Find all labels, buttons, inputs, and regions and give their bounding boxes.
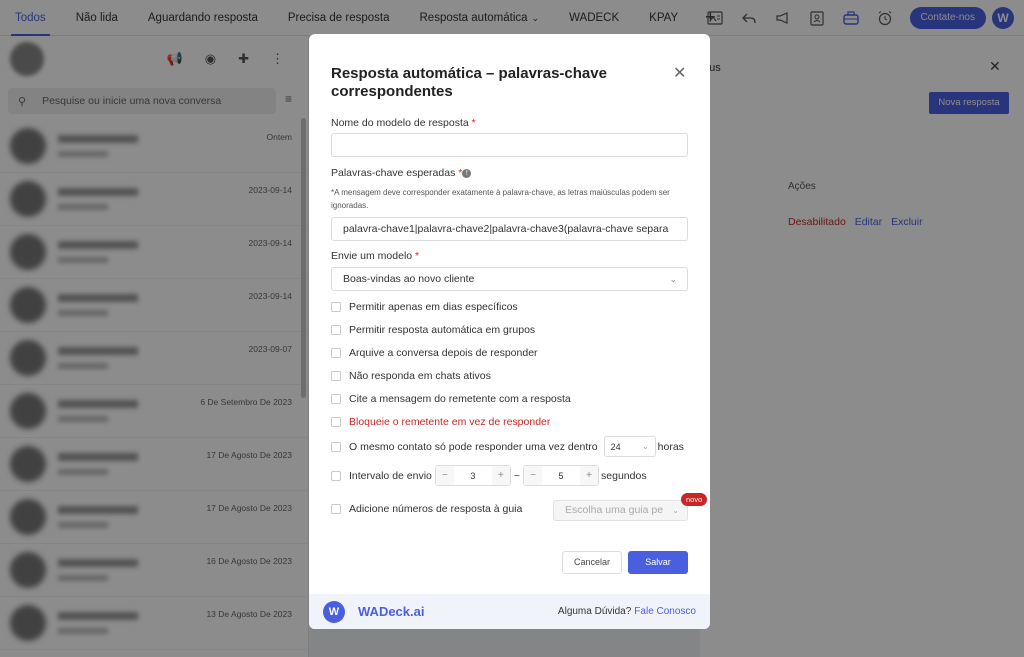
send-model-select[interactable]: Boas-vindas ao novo cliente ⌄ (331, 267, 688, 291)
interval-min-stepper[interactable]: − 3 + (434, 465, 511, 486)
decrement-button[interactable]: − (524, 466, 543, 485)
keywords-input[interactable]: palavra-chave1|palavra-chave2|palavra-ch… (331, 217, 688, 241)
interval-max-value[interactable]: 5 (542, 471, 580, 481)
tab-select-placeholder: Escolha uma guia pe (565, 504, 664, 516)
keywords-label: Palavras-chave esperadas *! (331, 167, 472, 179)
checkbox[interactable] (331, 394, 341, 404)
option-label: Não responda em chats ativos (349, 370, 491, 382)
template-name-label: Nome do modelo de resposta * (331, 117, 476, 129)
dialog-footer: W WADeck.ai Alguma Dúvida? Fale Conosco (309, 594, 710, 629)
hours-select[interactable]: 24 ⌄ (603, 436, 656, 457)
option-label: Cite a mensagem do remetente com a respo… (349, 393, 571, 405)
option-once-within[interactable]: O mesmo contato só pode responder uma ve… (331, 436, 684, 457)
checkbox[interactable] (331, 348, 341, 358)
send-model-value: Boas-vindas ao novo cliente (343, 273, 475, 285)
checkbox[interactable] (331, 417, 341, 427)
footer-brand: WADeck.ai (358, 604, 425, 619)
chevron-down-icon: ⌄ (641, 442, 649, 451)
hours-value: 24 (610, 441, 621, 452)
option-label: Permitir apenas em dias específicos (349, 301, 518, 313)
send-model-label: Envie um modelo * (331, 250, 420, 262)
option-send-interval[interactable]: Intervalo de envio − 3 + ~ − 5 + segundo… (331, 465, 647, 486)
keywords-note: *A mensagem deve corresponder exatamente… (331, 188, 670, 210)
close-icon[interactable]: ✕ (673, 63, 686, 83)
option-label: Bloqueie o remetente em vez de responder (349, 416, 551, 428)
info-icon[interactable]: ! (462, 169, 472, 178)
tab-select[interactable]: Escolha uma guia pe ⌄ (553, 500, 688, 521)
save-button[interactable]: Salvar (628, 551, 688, 574)
option-archive[interactable]: Arquive a conversa depois de responder (331, 347, 538, 359)
new-badge: novo (681, 493, 708, 506)
option-block-sender[interactable]: Bloqueie o remetente em vez de responder (331, 416, 550, 428)
increment-button[interactable]: + (580, 466, 599, 485)
option-groups[interactable]: Permitir resposta automática em grupos (331, 324, 535, 336)
checkbox[interactable] (331, 325, 341, 335)
checkbox[interactable] (331, 504, 341, 514)
option-label: Adicione números de resposta à guia (349, 503, 523, 515)
checkbox[interactable] (331, 441, 341, 452)
option-specific-days[interactable]: Permitir apenas em dias específicos (331, 301, 518, 313)
contact-link[interactable]: Fale Conosco (634, 606, 696, 617)
increment-button[interactable]: + (491, 466, 510, 485)
interval-separator: ~ (513, 469, 521, 482)
keyword-auto-reply-dialog: Resposta automática – palavras-chave cor… (309, 34, 710, 629)
checkbox[interactable] (331, 371, 341, 381)
option-add-to-tab[interactable]: Adicione números de resposta à guia (331, 503, 522, 515)
decrement-button[interactable]: − (435, 466, 454, 485)
option-label: Permitir resposta automática em grupos (349, 324, 536, 336)
option-label: Arquive a conversa depois de responder (349, 347, 538, 359)
option-quote-message[interactable]: Cite a mensagem do remetente com a respo… (331, 393, 571, 405)
checkbox[interactable] (331, 470, 341, 481)
dialog-title: Resposta automática – palavras-chave cor… (331, 65, 607, 100)
help-question: Alguma Dúvida? (557, 606, 632, 617)
interval-min-value[interactable]: 3 (454, 471, 492, 481)
checkbox[interactable] (331, 302, 341, 312)
chevron-down-icon: ⌄ (672, 506, 679, 515)
footer-help: Alguma Dúvida? Fale Conosco (558, 606, 696, 617)
option-label: O mesmo contato só pode responder uma ve… (349, 440, 598, 453)
hours-unit: horas (657, 440, 684, 453)
template-name-input[interactable] (331, 133, 688, 157)
option-label: Intervalo de envio (349, 469, 432, 482)
cancel-button[interactable]: Cancelar (562, 551, 622, 574)
interval-max-stepper[interactable]: − 5 + (523, 465, 600, 486)
chevron-down-icon: ⌄ (669, 274, 677, 284)
wadeck-logo: W (323, 600, 345, 623)
option-active-chats[interactable]: Não responda em chats ativos (331, 370, 491, 382)
interval-unit: segundos (601, 469, 647, 482)
